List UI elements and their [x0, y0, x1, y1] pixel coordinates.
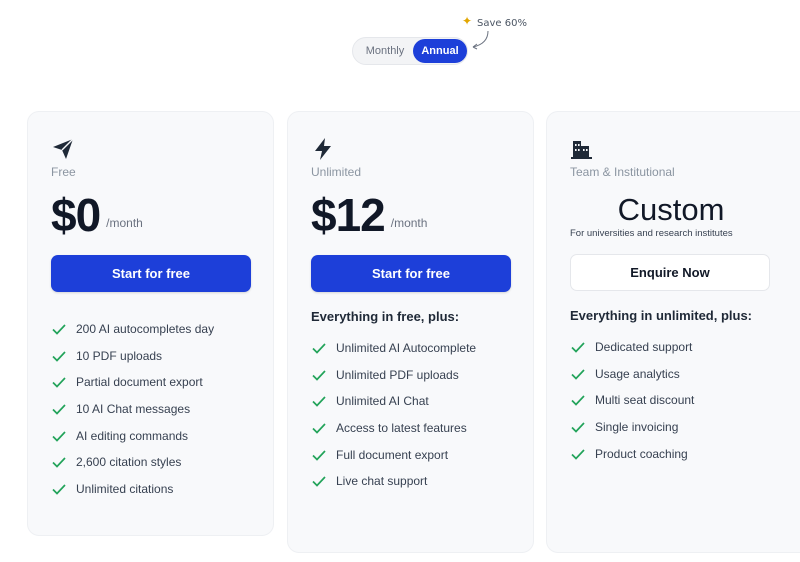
plan-card-free: Free $0/month Start for free 200 AI auto…: [27, 111, 274, 536]
feature-label: Partial document export: [76, 375, 203, 390]
plan-name: Team & Institutional: [570, 165, 675, 179]
feature-label: 2,600 citation styles: [76, 455, 182, 470]
feature-label: Unlimited AI Autocomplete: [336, 341, 477, 356]
plan-name: Unlimited: [311, 165, 362, 179]
features-heading: Everything in free, plus:: [311, 309, 460, 324]
check-icon: [52, 457, 66, 468]
feature-list: Unlimited AI Autocomplete Unlimited PDF …: [311, 335, 476, 495]
check-icon: [312, 476, 326, 487]
annual-option[interactable]: Annual: [413, 39, 467, 63]
feature-label: Unlimited PDF uploads: [336, 367, 459, 382]
check-icon: [52, 377, 66, 389]
check-icon: [312, 343, 326, 355]
check-icon: [52, 351, 66, 362]
feature-label: 200 AI autocompletes day: [76, 322, 215, 337]
list-item: Full document export: [311, 441, 476, 468]
check-icon: [571, 422, 585, 433]
check-icon: [312, 423, 326, 434]
plan-name: Free: [51, 165, 76, 179]
list-item: Single invoicing: [570, 414, 694, 441]
building-icon: [571, 141, 592, 159]
plan-subtitle: For universities and research institutes: [570, 228, 733, 239]
check-icon: [52, 324, 66, 336]
feature-list: Dedicated support Usage analytics Multi …: [570, 334, 694, 467]
check-icon: [571, 369, 585, 380]
bee-icon: ✦: [462, 14, 473, 28]
list-item: Access to latest features: [311, 415, 476, 442]
list-item: 2,600 citation styles: [51, 449, 214, 476]
check-icon: [312, 396, 326, 408]
plan-price: $12/month: [311, 190, 427, 240]
list-item: 200 AI autocompletes day: [51, 316, 214, 343]
feature-label: Product coaching: [595, 446, 688, 461]
list-item: Unlimited citations: [51, 476, 214, 503]
enquire-now-button[interactable]: Enquire Now: [570, 254, 770, 291]
billing-toggle[interactable]: Monthly Annual: [352, 37, 468, 65]
plan-card-unlimited: Unlimited $12/month Start for free Every…: [287, 111, 534, 553]
check-icon: [312, 370, 326, 381]
list-item: Dedicated support: [570, 334, 694, 361]
plan-card-team: Team & Institutional Custom For universi…: [546, 111, 800, 553]
feature-label: Single invoicing: [595, 420, 679, 435]
feature-list: 200 AI autocompletes day 10 PDF uploads …: [51, 316, 214, 502]
list-item: 10 PDF uploads: [51, 343, 214, 370]
feature-label: Dedicated support: [595, 340, 693, 355]
check-icon: [571, 342, 585, 354]
check-icon: [52, 431, 66, 442]
feature-label: Multi seat discount: [595, 393, 695, 408]
feature-label: 10 AI Chat messages: [76, 402, 191, 417]
list-item: AI editing commands: [51, 422, 214, 449]
check-icon: [571, 449, 585, 460]
feature-label: Unlimited AI Chat: [336, 394, 429, 409]
list-item: Unlimited PDF uploads: [311, 362, 476, 389]
list-item: Product coaching: [570, 440, 694, 467]
feature-label: 10 PDF uploads: [76, 348, 163, 363]
feature-label: Access to latest features: [336, 421, 467, 436]
list-item: Usage analytics: [570, 361, 694, 388]
price-amount: $0: [51, 189, 101, 241]
check-icon: [312, 450, 326, 461]
check-icon: [571, 395, 585, 407]
feature-label: AI editing commands: [76, 428, 189, 443]
monthly-option[interactable]: Monthly: [357, 39, 413, 63]
save-note: ✦ Save 60%: [462, 14, 542, 50]
start-for-free-button[interactable]: Start for free: [311, 255, 511, 292]
price-amount: $12: [311, 189, 386, 241]
price-period: /month: [390, 216, 428, 230]
feature-label: Unlimited citations: [76, 481, 174, 496]
price-amount: Custom: [617, 192, 725, 227]
curved-arrow-icon: [472, 30, 489, 50]
list-item: Multi seat discount: [570, 387, 694, 414]
feature-label: Live chat support: [336, 474, 428, 489]
list-item: Unlimited AI Autocomplete: [311, 335, 476, 362]
check-icon: [52, 404, 66, 415]
lightning-icon: [315, 138, 331, 160]
start-for-free-button[interactable]: Start for free: [51, 255, 251, 292]
price-period: /month: [106, 216, 143, 230]
list-item: Unlimited AI Chat: [311, 388, 476, 415]
paper-plane-icon: [53, 138, 74, 159]
check-icon: [52, 484, 66, 495]
feature-label: Full document export: [336, 447, 449, 462]
plan-price: $0/month: [51, 190, 143, 240]
list-item: 10 AI Chat messages: [51, 396, 214, 423]
features-heading: Everything in unlimited, plus:: [570, 308, 753, 323]
feature-label: Usage analytics: [595, 366, 680, 381]
list-item: Live chat support: [311, 468, 476, 495]
list-item: Partial document export: [51, 369, 214, 396]
